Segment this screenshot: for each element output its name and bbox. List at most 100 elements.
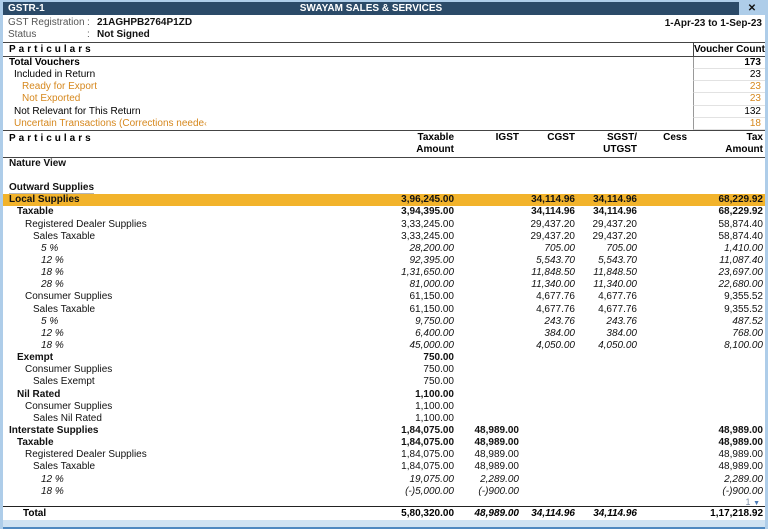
tax-value: 2,289.00 [724,473,763,485]
table-row[interactable]: 18 % (-)5,000.00 (-)900.00 (-)900.00 [3,486,765,498]
voucher-row-label: Included in Return [14,69,96,81]
igst-value [456,389,521,401]
tax-value: (-)900.00 [722,485,763,497]
table-row[interactable]: 12 % 6,400.00 384.00 384.00 768.00 [3,328,765,340]
row-label: 5 % [41,315,59,327]
title-bar: SWAYAM SALES & SERVICES GSTR-1 ✕ [3,2,765,15]
table-row[interactable]: Consumer Supplies 750.00 [3,364,765,376]
table-row[interactable]: Outward Supplies [3,182,765,195]
voucher-summary-row[interactable]: Ready for Export 23 [3,81,765,94]
table-row[interactable]: Sales Taxable 3,33,245.00 29,437.20 29,437.… [3,231,765,243]
table-row[interactable]: Registered Dealer Supplies 3,33,245.00 29,… [3,219,765,231]
taxable-value: 61,150.00 [409,303,455,315]
tax-value: 9,355.52 [724,303,763,315]
igst-value [456,255,521,267]
table-row[interactable]: Taxable 3,94,395.00 34,114.96 34,114.96 68,2… [3,206,765,218]
igst-value [456,279,521,291]
taxable-value: 1,100.00 [415,400,454,412]
tax-value [699,364,765,376]
report-period: 1-Apr-23 to 1-Sep-23 [664,18,762,29]
text-truncated-icon: ‹ [204,118,207,128]
cess-value [639,364,699,376]
voucher-summary-row[interactable]: Included in Return 23 [3,69,765,82]
table-row[interactable]: Consumer Supplies 61,150.00 4,677.76 4,677.… [3,291,765,303]
table-row[interactable]: 12 % 19,075.00 2,289.00 2,289.00 [3,474,765,486]
voucher-summary-row[interactable]: Not Exported 23 [3,93,765,106]
sgst-value: 5,543.70 [598,254,637,266]
table-row[interactable]: 18 % 1,31,650.00 11,848.50 11,848.50 23,697.… [3,267,765,279]
column-header-taxable-amount: Taxable Amount [416,131,454,155]
tax-value: 23,697.00 [718,267,764,279]
row-label: 12 % [41,327,64,339]
row-label: Interstate Supplies [9,424,99,436]
column-header-tax-amount: Tax Amount [725,131,763,155]
table-row[interactable]: Sales Nil Rated 1,100.00 [3,413,765,425]
tax-value: 48,989.00 [718,437,764,449]
tax-value [699,401,765,413]
table-row[interactable]: Sales Taxable 61,150.00 4,677.76 4,677.76 9,… [3,304,765,316]
table-row[interactable]: Sales Exempt 750.00 [3,376,765,388]
igst-value [456,291,521,303]
igst-value: 48,989.00 [474,461,520,473]
voucher-summary-row[interactable]: Not Relevant for This Return 132 [3,105,765,118]
table-row[interactable]: 5 % 9,750.00 243.76 243.76 487.52 [3,316,765,328]
row-label: 12 % [41,473,64,485]
table-row[interactable]: Nil Rated 1,100.00 [3,389,765,401]
row-label: 28 % [41,279,64,291]
row-label: Consumer Supplies [25,364,113,376]
taxable-value: 61,150.00 [409,291,455,303]
cess-value [639,255,699,267]
tax-value [699,158,765,170]
table-row[interactable]: 12 % 92,395.00 5,543.70 5,543.70 11,087.40 [3,255,765,267]
cgst-value: 4,677.76 [536,291,575,303]
sgst-value [577,158,639,170]
cess-value [639,437,699,449]
voucher-summary-row[interactable]: Uncertain Transactions (Corrections need… [3,117,765,130]
taxable-value: 750.00 [423,352,454,364]
tax-value: 58,874.40 [718,230,764,242]
close-button[interactable]: ✕ [739,2,765,15]
cgst-value [521,376,577,388]
table-row[interactable]: 5 % 28,200.00 705.00 705.00 1,410.00 [3,243,765,255]
cgst-value [521,352,577,364]
voucher-summary-row[interactable]: Total Vouchers 173 [3,57,765,70]
table-row[interactable]: Consumer Supplies 1,100.00 [3,401,765,413]
cess-value [639,182,699,194]
table-row[interactable]: Sales Taxable 1,84,075.00 48,989.00 48,989.… [3,461,765,473]
cgst-value: 384.00 [544,327,575,339]
scroll-down-icon[interactable]: ▼ [753,500,760,507]
table-row[interactable]: 28 % 81,000.00 11,340.00 11,340.00 22,680.00 [3,279,765,291]
cgst-value: 243.76 [544,315,575,327]
sgst-value [577,474,639,486]
voucher-count-value: 173 [693,57,765,70]
cess-value [639,206,699,218]
cgst-value [521,486,577,498]
taxable-value: 1,84,075.00 [401,437,454,449]
table-row[interactable]: Taxable 1,84,075.00 48,989.00 48,989.00 [3,437,765,449]
row-label: 18 % [41,267,64,279]
total-label: Total [23,507,47,519]
table-row[interactable]: Registered Dealer Supplies 1,84,075.00 48,… [3,449,765,461]
table-row[interactable]: Interstate Supplies 1,84,075.00 48,989.00 4… [3,425,765,437]
taxable-value: 28,200.00 [409,242,455,254]
particulars-header: Particulars [9,44,94,55]
table-row[interactable]: 18 % 45,000.00 4,050.00 4,050.00 8,100.00 [3,340,765,352]
table-row[interactable] [3,170,765,182]
taxable-value: 19,075.00 [409,473,455,485]
table-row[interactable]: Exempt 750.00 [3,352,765,364]
close-icon: ✕ [747,3,757,14]
sgst-value: 384.00 [606,327,637,339]
report-info-header: GST Registration : 21AGHPB2764P1ZD Statu… [3,15,765,42]
table-row-selected[interactable]: Local Supplies 3,96,245.00 34,114.96 34,114… [3,194,765,207]
row-label: Sales Taxable [33,303,96,315]
sgst-value: 243.76 [606,315,637,327]
table-row[interactable]: Nature View [3,158,765,170]
taxable-value: 1,84,075.00 [401,424,454,436]
voucher-count-value: 18 [693,117,765,130]
voucher-row-label: Uncertain Transactions (Corrections need… [14,117,207,129]
cess-value [639,158,699,170]
cgst-value: 11,848.50 [531,267,575,279]
igst-value [456,206,521,218]
total-row[interactable]: Total 5,80,320.00 48,989.00 34,114.96 34… [3,505,765,520]
row-label: 12 % [41,254,64,266]
